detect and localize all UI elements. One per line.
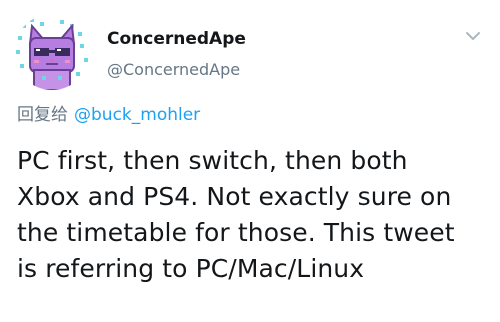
- tweet-text: PC first, then switch, then both Xbox an…: [17, 143, 491, 287]
- tweet-text-line: Xbox and PS4. Not exactly sure on: [17, 182, 452, 211]
- tweet-card: ConcernedApe @ConcernedApe 回复给 @buck_mohl…: [0, 0, 500, 322]
- author-avatar[interactable]: [14, 14, 90, 90]
- tweet-text-line: the timetable for those. This tweet: [17, 218, 455, 247]
- reply-mention-link[interactable]: @buck_mohler: [74, 105, 200, 125]
- author-handle[interactable]: @ConcernedApe: [107, 60, 240, 80]
- author-display-name[interactable]: ConcernedApe: [107, 29, 246, 49]
- tweet-menu-button[interactable]: [464, 28, 482, 42]
- tweet-text-line: PC first, then switch, then both: [17, 146, 408, 175]
- pixel-cat-avatar-icon: [14, 14, 90, 90]
- reply-prefix-label: 回复给: [17, 105, 68, 125]
- chevron-down-icon: [466, 32, 480, 40]
- reply-context: 回复给 @buck_mohler: [17, 104, 200, 126]
- tweet-text-line: is referring to PC/Mac/Linux: [17, 254, 365, 283]
